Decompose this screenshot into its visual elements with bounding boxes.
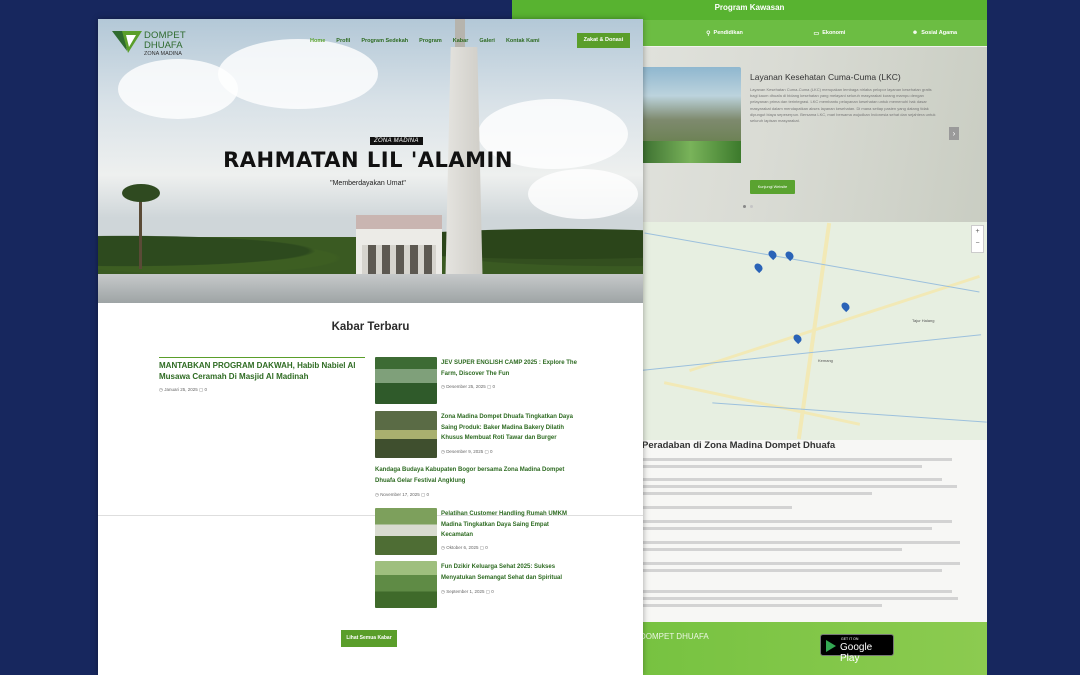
visit-website-button[interactable]: Kunjungi Website: [750, 180, 795, 194]
people-icon: ☻: [911, 30, 919, 36]
logo-mark-icon: [112, 31, 142, 53]
map-label: Kemang: [818, 358, 833, 363]
news-thumbnail: [375, 411, 437, 458]
donate-button[interactable]: Zakat & Donasi: [577, 33, 630, 48]
slider-dot[interactable]: [750, 205, 753, 208]
hero-subtitle: "Memberdayakan Umat": [330, 180, 406, 187]
news-comments: 0: [204, 387, 207, 392]
news-item-meta: ◷ Desember 9, 2025 ▢ 0: [441, 449, 493, 454]
news-date: November 17, 2025: [380, 492, 420, 497]
divider: [159, 357, 365, 358]
map-pin-icon[interactable]: [766, 248, 779, 261]
nav-galeri[interactable]: Galeri: [479, 38, 495, 44]
front-page-screenshot: DOMPET DHUAFA ZONA MADINA Home Profil Pr…: [98, 19, 643, 675]
news-thumbnail: [375, 357, 437, 404]
money-icon: ▭: [813, 30, 820, 37]
nav-program-sedekah[interactable]: Program Sedekah: [361, 38, 408, 44]
footer-logo: DOMPET DHUAFA: [640, 632, 709, 641]
logo-subtext: ZONA MADINA: [144, 51, 182, 57]
hero-title: RAHMATAN LIL 'ALAMIN: [223, 148, 513, 172]
map-label: Tajur Halang: [912, 318, 935, 323]
tab-ekonomi[interactable]: ▭ Ekonomi: [777, 30, 882, 37]
news-date: Oktober 6, 2025: [446, 545, 479, 550]
pin-icon: ⚲: [706, 30, 711, 37]
program-description: Layanan Kesehatan Cuma-Cuma (LKC) merupa…: [750, 87, 936, 124]
store-large-text: Google Play: [840, 642, 873, 664]
tab-label: Pendidikan: [713, 30, 743, 36]
hero-tag: ZONA MADINA: [370, 137, 423, 145]
tab-sosial-agama[interactable]: ☻ Sosial Agama: [882, 30, 987, 36]
news-item-meta: ◷ Desember 25, 2025 ▢ 0: [441, 384, 495, 389]
news-item-title[interactable]: Fun Dzikir Keluarga Sehat 2025: Sukses M…: [441, 562, 581, 583]
news-date: September 1, 2025: [446, 589, 485, 594]
news-item-title[interactable]: Pelatihan Customer Handling Rumah UMKM M…: [441, 509, 581, 541]
news-comments: 0: [426, 492, 429, 497]
tab-pendidikan[interactable]: ⚲ Pendidikan: [672, 30, 777, 37]
map-zoom-control[interactable]: + −: [971, 225, 984, 253]
store-small-text: GET IT ON: [841, 637, 859, 641]
news-comments: 0: [492, 384, 495, 389]
nav-profil[interactable]: Profil: [336, 38, 350, 44]
program-title: Layanan Kesehatan Cuma-Cuma (LKC): [750, 72, 901, 82]
hero-banner: DOMPET DHUAFA ZONA MADINA Home Profil Pr…: [98, 19, 643, 303]
news-item-meta: ◷ Oktober 6, 2025 ▢ 0: [441, 545, 488, 550]
program-kawasan-title: Program Kawasan: [512, 0, 987, 20]
map-pin-icon[interactable]: [839, 300, 852, 313]
news-item-meta: ◷ November 17, 2025 ▢ 0: [375, 492, 429, 497]
lead-news-meta: ◷ Januari 25, 2025 ▢ 0: [159, 387, 207, 392]
news-item-title[interactable]: JEV SUPER ENGLISH CAMP 2025 : Explore Th…: [441, 358, 581, 379]
nav-kabar[interactable]: Kabar: [453, 38, 469, 44]
news-date: Januari 25, 2025: [164, 387, 198, 392]
slider-next-icon[interactable]: ›: [949, 127, 959, 140]
nav-home[interactable]: Home: [310, 38, 325, 44]
news-comments: 0: [485, 545, 488, 550]
nav-program[interactable]: Program: [419, 38, 442, 44]
tab-label: Sosial Agama: [921, 30, 958, 36]
google-play-badge[interactable]: GET IT ON Google Play: [820, 634, 894, 664]
nav-kontak-kami[interactable]: Kontak Kami: [506, 38, 540, 44]
news-item-title[interactable]: Kandaga Budaya Kabupaten Bogor bersama Z…: [375, 465, 575, 486]
news-date: Desember 9, 2025: [446, 449, 484, 454]
slider-dot[interactable]: [743, 205, 746, 208]
main-nav: Home Profil Program Sedekah Program Kaba…: [310, 38, 551, 44]
map-pin-icon[interactable]: [752, 261, 765, 274]
news-comments: 0: [489, 449, 493, 454]
logo-text: DHUAFA: [144, 40, 183, 51]
news-item-meta: ◷ September 1, 2025 ▢ 0: [441, 589, 494, 594]
news-date: Desember 25, 2025: [446, 384, 486, 389]
tab-label: Ekonomi: [822, 30, 846, 36]
play-store-icon: [826, 640, 836, 652]
news-thumbnail: [375, 561, 437, 608]
program-photo: [640, 67, 741, 163]
lead-news-title[interactable]: MANTABKAN PROGRAM DAKWAH, Habib Nabiel A…: [159, 361, 369, 382]
news-comments: 0: [491, 589, 494, 594]
view-all-news-button[interactable]: Lihat Semua Kabar: [341, 630, 397, 647]
news-heading: Kabar Terbaru: [331, 321, 410, 333]
news-item-title[interactable]: Zona Madina Dompet Dhuafa Tingkatkan Day…: [441, 412, 581, 444]
news-thumbnail: [375, 508, 437, 555]
about-heading: Peradaban di Zona Madina Dompet Dhuafa: [642, 440, 836, 451]
